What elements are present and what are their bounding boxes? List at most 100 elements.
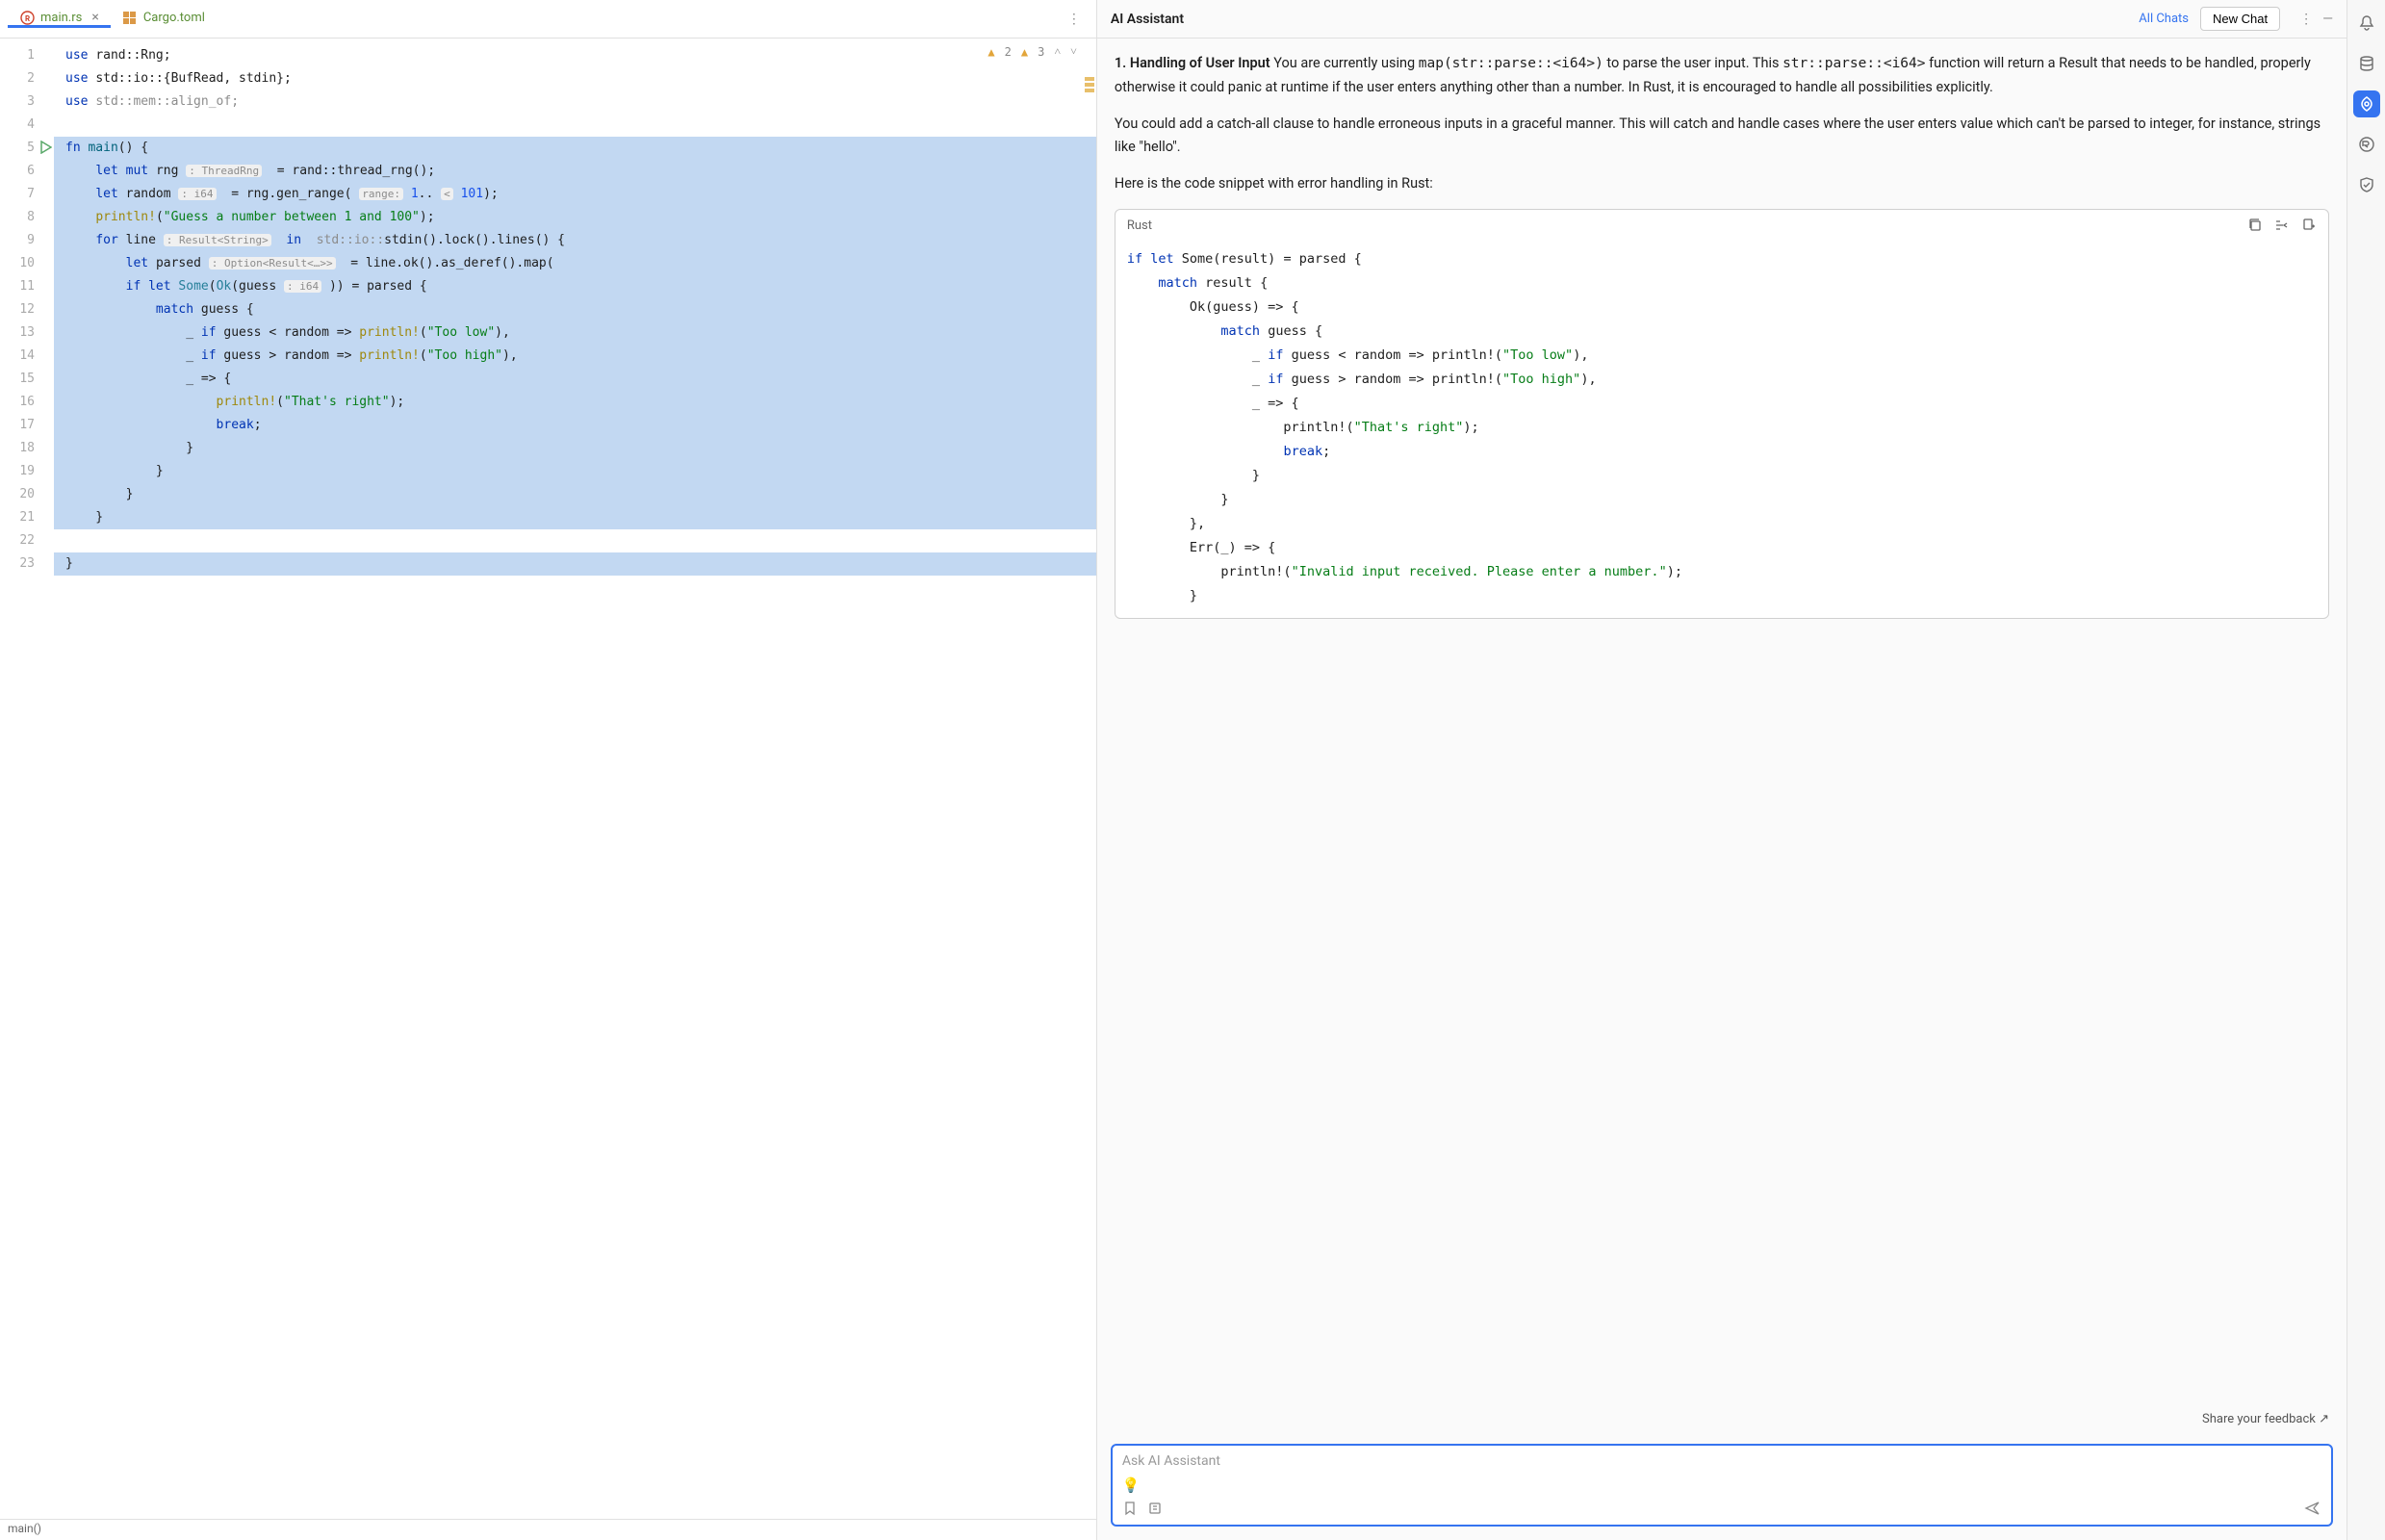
run-gutter-icon[interactable] xyxy=(40,141,52,154)
code-line[interactable]: use std::io::{BufRead, stdin}; xyxy=(54,67,1096,90)
breadcrumb[interactable]: main() xyxy=(0,1519,1096,1540)
gutter[interactable]: 1234567891011121314151617181920212223 xyxy=(0,38,54,1519)
gutter-line[interactable]: 8 xyxy=(0,206,54,229)
snippet-line: }, xyxy=(1127,512,2317,536)
tab-Cargo-toml[interactable]: Cargo.toml xyxy=(111,10,217,25)
ai-chat-body[interactable]: 1. Handling of User Input You are curren… xyxy=(1097,38,2347,1404)
prev-highlight-icon[interactable]: ˄ xyxy=(1054,44,1061,59)
right-toolbar xyxy=(2347,0,2385,1540)
code-line[interactable]: break; xyxy=(54,414,1096,437)
code-line[interactable]: for line : Result<String> in std::io::st… xyxy=(54,229,1096,252)
shield-icon[interactable] xyxy=(2353,171,2380,198)
code-line[interactable]: println!("That's right"); xyxy=(54,391,1096,414)
code-line[interactable]: use std::mem::align_of; xyxy=(54,90,1096,114)
error-stripe[interactable] xyxy=(1085,77,1096,94)
bookmark-icon[interactable] xyxy=(1122,1501,1138,1516)
code-line[interactable]: } xyxy=(54,460,1096,483)
insert-icon[interactable] xyxy=(2274,218,2290,233)
code-line[interactable]: } xyxy=(54,506,1096,529)
code-line[interactable]: println!("Guess a number between 1 and 1… xyxy=(54,206,1096,229)
code-line[interactable]: if let Some(Ok(guess : i64 )) = parsed { xyxy=(54,275,1096,298)
gutter-line[interactable]: 20 xyxy=(0,483,54,506)
warning-count-2: 3 xyxy=(1038,45,1044,59)
gutter-line[interactable]: 16 xyxy=(0,391,54,414)
new-chat-button[interactable]: New Chat xyxy=(2200,7,2280,31)
gutter-line[interactable]: 21 xyxy=(0,506,54,529)
ai-paragraph: You could add a catch-all clause to hand… xyxy=(1115,113,2329,159)
warning-icon: ▲ xyxy=(1021,45,1028,59)
all-chats-link[interactable]: All Chats xyxy=(2139,12,2189,26)
gutter-line[interactable]: 13 xyxy=(0,321,54,345)
ai-title: AI Assistant xyxy=(1111,12,1184,27)
snippet-line: } xyxy=(1127,464,2317,488)
ai-input[interactable]: Ask AI Assistant 💡 xyxy=(1111,1444,2333,1527)
kebab-menu-icon[interactable]: ⋮ xyxy=(2299,12,2313,27)
snippet-line: break; xyxy=(1127,440,2317,464)
create-file-icon[interactable] xyxy=(2301,218,2317,233)
copy-icon[interactable] xyxy=(2247,218,2263,233)
code-line[interactable]: _ if guess < random => println!("Too low… xyxy=(54,321,1096,345)
snippet-line: } xyxy=(1127,488,2317,512)
gutter-line[interactable]: 15 xyxy=(0,368,54,391)
tabs-bar: Rmain.rs×Cargo.toml ⋮ xyxy=(0,0,1096,38)
gutter-line[interactable]: 9 xyxy=(0,229,54,252)
code-line[interactable]: _ if guess > random => println!("Too hig… xyxy=(54,345,1096,368)
code-line[interactable]: let mut rng : ThreadRng = rand::thread_r… xyxy=(54,160,1096,183)
inspection-widget[interactable]: ▲2 ▲3 ˄ ˅ xyxy=(987,44,1077,59)
gutter-line[interactable]: 10 xyxy=(0,252,54,275)
gutter-line[interactable]: 14 xyxy=(0,345,54,368)
database-icon[interactable] xyxy=(2353,50,2380,77)
code-line[interactable] xyxy=(54,114,1096,137)
gutter-line[interactable]: 7 xyxy=(0,183,54,206)
code-line[interactable]: } xyxy=(54,483,1096,506)
gutter-line[interactable]: 2 xyxy=(0,67,54,90)
send-icon[interactable] xyxy=(2304,1500,2321,1517)
gutter-line[interactable]: 3 xyxy=(0,90,54,114)
editor-panel: Rmain.rs×Cargo.toml ⋮ ▲2 ▲3 ˄ ˅ 12345678… xyxy=(0,0,1097,1540)
gutter-line[interactable]: 4 xyxy=(0,114,54,137)
code-line[interactable]: _ => { xyxy=(54,368,1096,391)
bulb-icon[interactable]: 💡 xyxy=(1122,1476,1141,1494)
gutter-line[interactable]: 11 xyxy=(0,275,54,298)
attach-file-icon[interactable] xyxy=(1147,1501,1163,1516)
code-line[interactable]: let random : i64 = rng.gen_range( range:… xyxy=(54,183,1096,206)
gutter-line[interactable]: 22 xyxy=(0,529,54,552)
snippet-line: Err(_) => { xyxy=(1127,536,2317,560)
code-line[interactable]: match guess { xyxy=(54,298,1096,321)
close-tab-icon[interactable]: × xyxy=(91,10,98,25)
ai-assistant-panel: AI Assistant All Chats New Chat ⋮ — 1. H… xyxy=(1097,0,2347,1540)
ai-input-placeholder: Ask AI Assistant xyxy=(1122,1453,2321,1473)
code-body[interactable]: use rand::Rng;use std::io::{BufRead, std… xyxy=(54,38,1096,1519)
code-line[interactable] xyxy=(54,529,1096,552)
gutter-line[interactable]: 19 xyxy=(0,460,54,483)
code-line[interactable]: use rand::Rng; xyxy=(54,44,1096,67)
gutter-line[interactable]: 23 xyxy=(0,552,54,576)
minimize-icon[interactable]: — xyxy=(2322,12,2333,27)
rust-tool-icon[interactable] xyxy=(2353,131,2380,158)
code-snippet-body[interactable]: if let Some(result) = parsed { match res… xyxy=(1116,242,2328,618)
code-line[interactable]: let parsed : Option<Result<…>> = line.ok… xyxy=(54,252,1096,275)
gutter-line[interactable]: 12 xyxy=(0,298,54,321)
feedback-link[interactable]: Share your feedback ↗ xyxy=(1097,1404,2347,1434)
snippet-line: println!("That's right"); xyxy=(1127,416,2317,440)
code-snippet: Rust if let Some(result) = parsed { matc… xyxy=(1115,209,2329,619)
code-lang-label: Rust xyxy=(1127,216,1152,236)
gutter-line[interactable]: 5 xyxy=(0,137,54,160)
snippet-line: Ok(guess) => { xyxy=(1127,295,2317,320)
tab-main-rs[interactable]: Rmain.rs× xyxy=(8,10,111,28)
gutter-line[interactable]: 18 xyxy=(0,437,54,460)
gutter-line[interactable]: 17 xyxy=(0,414,54,437)
tabs-overflow-menu[interactable]: ⋮ xyxy=(1060,12,1089,27)
next-highlight-icon[interactable]: ˅ xyxy=(1070,44,1077,59)
code-line[interactable]: } xyxy=(54,437,1096,460)
gutter-line[interactable]: 1 xyxy=(0,44,54,67)
snippet-line: _ => { xyxy=(1127,392,2317,416)
rust-file-icon: R xyxy=(19,10,35,25)
snippet-line: match guess { xyxy=(1127,320,2317,344)
code-line[interactable]: } xyxy=(54,552,1096,576)
code-editor[interactable]: ▲2 ▲3 ˄ ˅ 123456789101112131415161718192… xyxy=(0,38,1096,1519)
code-line[interactable]: fn main() { xyxy=(54,137,1096,160)
ai-assistant-icon[interactable] xyxy=(2353,90,2380,117)
gutter-line[interactable]: 6 xyxy=(0,160,54,183)
notifications-icon[interactable] xyxy=(2353,10,2380,37)
